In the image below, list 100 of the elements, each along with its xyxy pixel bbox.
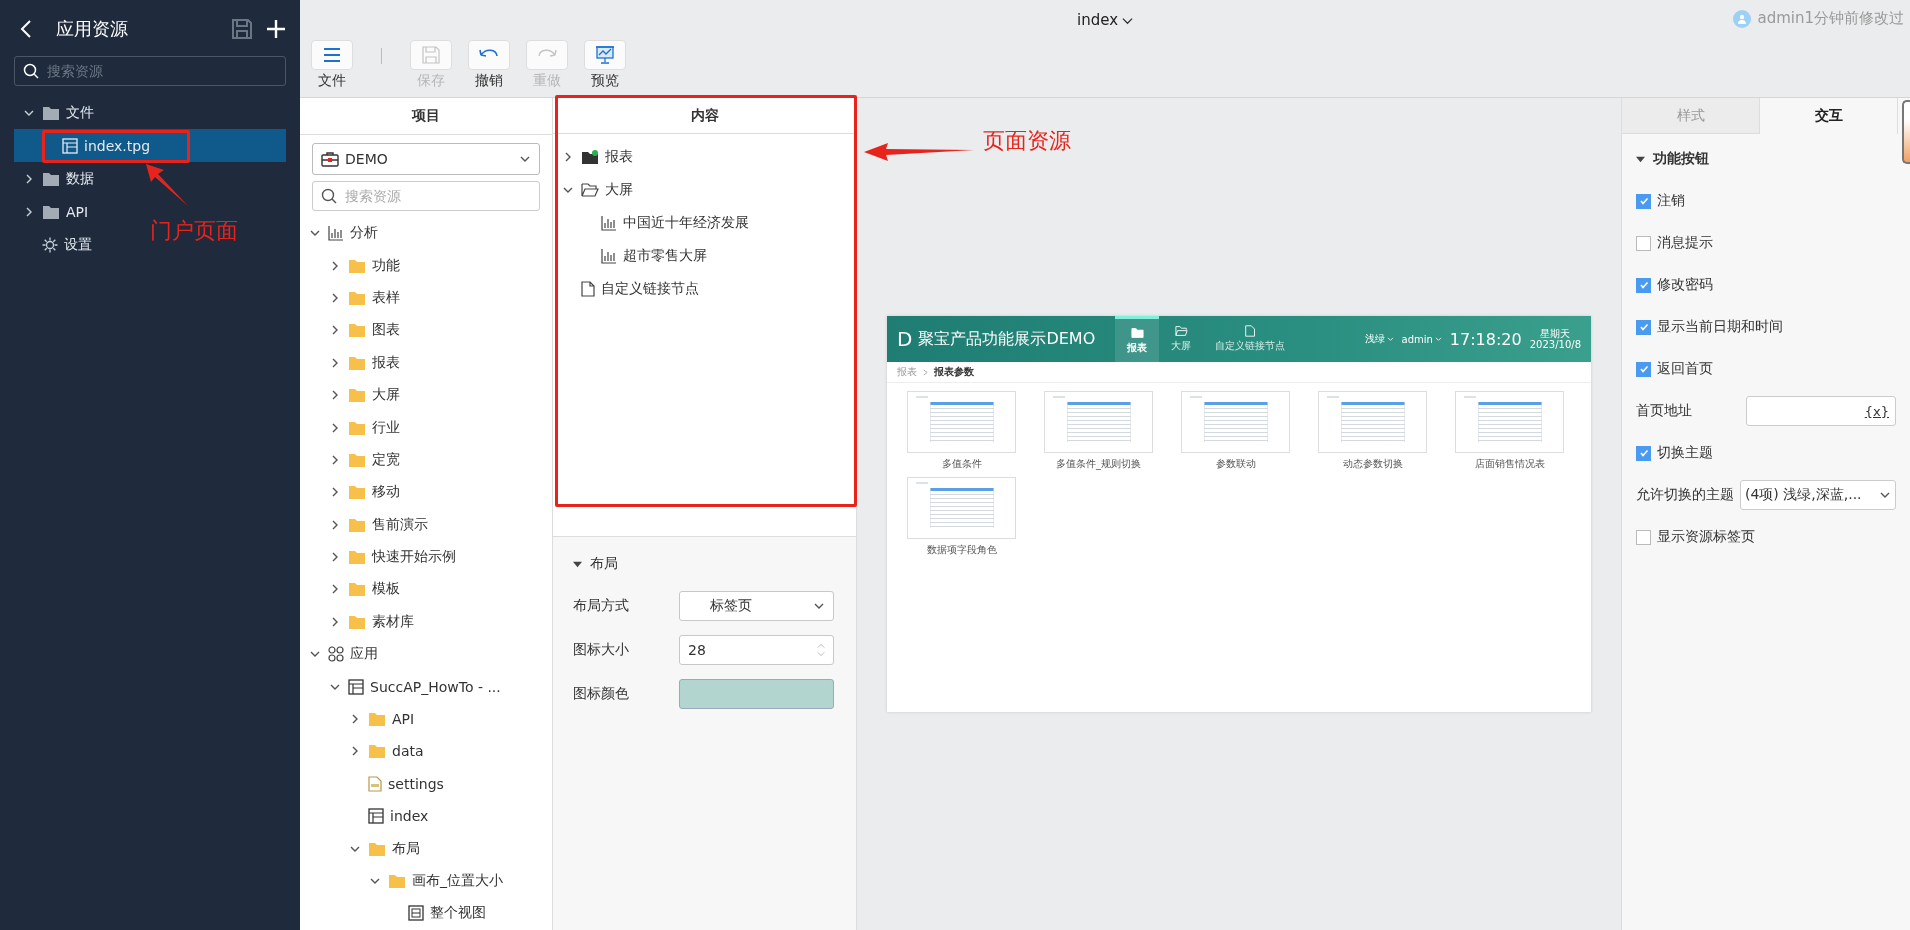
- preview-title: 聚宝产品功能展示DEMO: [918, 328, 1096, 350]
- presentation-icon: [595, 45, 615, 65]
- menu-icon: [321, 47, 343, 63]
- save-icon[interactable]: [232, 19, 252, 39]
- search-icon: [321, 188, 337, 204]
- tree-item[interactable]: index.tpg: [14, 129, 286, 162]
- triangle-icon[interactable]: [1636, 154, 1645, 164]
- tree-item[interactable]: 整个视图: [300, 897, 552, 930]
- search-field[interactable]: 搜索资源: [14, 56, 286, 86]
- tree-item[interactable]: 大屏: [300, 378, 552, 412]
- add-icon[interactable]: [266, 19, 286, 39]
- input-field[interactable]: {x}: [1746, 396, 1896, 426]
- tree-item[interactable]: 售前演示: [300, 508, 552, 541]
- tree-item[interactable]: 文件: [14, 96, 102, 129]
- checkbox[interactable]: [1636, 361, 1651, 377]
- tree-item[interactable]: 中国近十年经济发展: [553, 206, 856, 239]
- report-caption: 动态参数切换: [1342, 457, 1403, 471]
- layout-select[interactable]: 标签页: [679, 591, 834, 621]
- avatar-icon: [1733, 9, 1752, 28]
- nav-tab[interactable]: 大屏: [1159, 316, 1204, 362]
- folder-icon: [348, 419, 366, 436]
- tree-item[interactable]: 报表: [553, 140, 856, 173]
- tree-item[interactable]: 定宽: [300, 443, 552, 477]
- project-select[interactable]: DEMO: [312, 143, 540, 175]
- bar-chart-icon: [601, 214, 617, 231]
- clock-time: 17:18:20: [1449, 329, 1522, 349]
- weekday-text: 星期天: [1540, 327, 1571, 339]
- tree-item[interactable]: 快速开始示例: [300, 540, 552, 574]
- settings-icon: [42, 236, 58, 253]
- document-icon: [1243, 325, 1257, 337]
- report-caption: 多值条件_规则切换: [1056, 457, 1141, 471]
- folder-icon: [348, 516, 366, 533]
- user-menu[interactable]: admin: [1401, 333, 1442, 345]
- tree-item[interactable]: 移动: [300, 476, 552, 509]
- number-field[interactable]: 28: [679, 635, 834, 665]
- variable-button[interactable]: {x}: [1864, 403, 1889, 419]
- theme-menu[interactable]: 浅绿: [1364, 332, 1394, 346]
- checkbox[interactable]: [1636, 277, 1651, 293]
- checkbox[interactable]: [1636, 319, 1651, 335]
- checkbox-label: 返回首页: [1657, 360, 1713, 378]
- folder-icon: [1174, 325, 1188, 337]
- tree-item[interactable]: 分析: [300, 217, 552, 250]
- save-status-text: admin1分钟前修改过: [1757, 9, 1904, 28]
- checkbox[interactable]: [1636, 193, 1651, 209]
- document-title[interactable]: index: [1076, 11, 1133, 29]
- panel-title: 内容: [553, 98, 856, 134]
- checkmark-icon: [1638, 196, 1649, 206]
- field-label: 图标大小: [573, 641, 630, 659]
- bar-chart-icon: [601, 247, 617, 264]
- checkbox[interactable]: [1636, 235, 1651, 251]
- checkbox-label: 修改密码: [1657, 276, 1713, 294]
- field-label: 图标颜色: [573, 685, 630, 703]
- side-handle[interactable]: [1902, 100, 1910, 164]
- back-icon[interactable]: [20, 19, 32, 39]
- checkbox[interactable]: [1636, 529, 1651, 545]
- tree-item[interactable]: 超市零售大屏: [553, 239, 856, 272]
- checkbox-label: 消息提示: [1657, 234, 1713, 252]
- folder-icon: [368, 743, 386, 760]
- tree-item[interactable]: index: [300, 800, 552, 833]
- checkbox-label: 显示资源标签页: [1657, 528, 1755, 546]
- triangle-icon[interactable]: [573, 559, 582, 569]
- tree-item[interactable]: 表样: [300, 281, 552, 315]
- checkbox[interactable]: [1636, 445, 1651, 461]
- page-icon: [62, 137, 78, 154]
- grid-icon: [328, 646, 344, 663]
- tree-item[interactable]: data: [300, 735, 552, 768]
- tree-item[interactable]: settings: [300, 767, 552, 801]
- tree-item[interactable]: API: [14, 195, 97, 228]
- tree-item[interactable]: 应用: [300, 638, 552, 671]
- tree-item[interactable]: 设置: [14, 228, 100, 261]
- theme-select[interactable]: (4项) 浅绿,深蓝,...: [1740, 480, 1896, 510]
- tree-item[interactable]: API: [300, 702, 552, 736]
- tree-item[interactable]: 素材库: [300, 605, 552, 639]
- folder-icon: [348, 451, 366, 468]
- tree-item[interactable]: 功能: [300, 249, 552, 282]
- report-caption: 数据项字段角色: [926, 543, 997, 557]
- date-text: 2023/10/8: [1529, 339, 1581, 351]
- nav-tab[interactable]: 自定义链接节点: [1203, 316, 1298, 362]
- tree-item[interactable]: 大屏: [553, 173, 856, 206]
- save-icon: [422, 46, 440, 64]
- tree-item[interactable]: 画布_位置大小: [300, 864, 552, 898]
- page-icon: [348, 678, 364, 695]
- folder-icon: [581, 148, 599, 165]
- sidebar-title: 应用资源: [55, 17, 129, 41]
- tree-item[interactable]: 行业: [300, 411, 552, 444]
- tree-item[interactable]: 布局: [300, 832, 552, 865]
- tree-item[interactable]: 自定义链接节点: [553, 272, 856, 305]
- folder-icon: [348, 289, 366, 306]
- color-swatch[interactable]: [679, 679, 834, 709]
- page-icon: [368, 808, 384, 825]
- tree-item[interactable]: SuccAP_HowTo - ...: [300, 670, 552, 703]
- tree-item[interactable]: 数据: [14, 162, 102, 195]
- search-icon: [23, 63, 39, 79]
- tree-item[interactable]: 模板: [300, 573, 552, 606]
- folder-icon: [348, 387, 366, 404]
- tree-item[interactable]: 图表: [300, 314, 552, 347]
- tree-item[interactable]: 报表: [300, 346, 552, 379]
- nav-tab[interactable]: 报表: [1115, 316, 1160, 362]
- annotation-arrow: [144, 162, 190, 208]
- section-title: 布局: [590, 555, 618, 573]
